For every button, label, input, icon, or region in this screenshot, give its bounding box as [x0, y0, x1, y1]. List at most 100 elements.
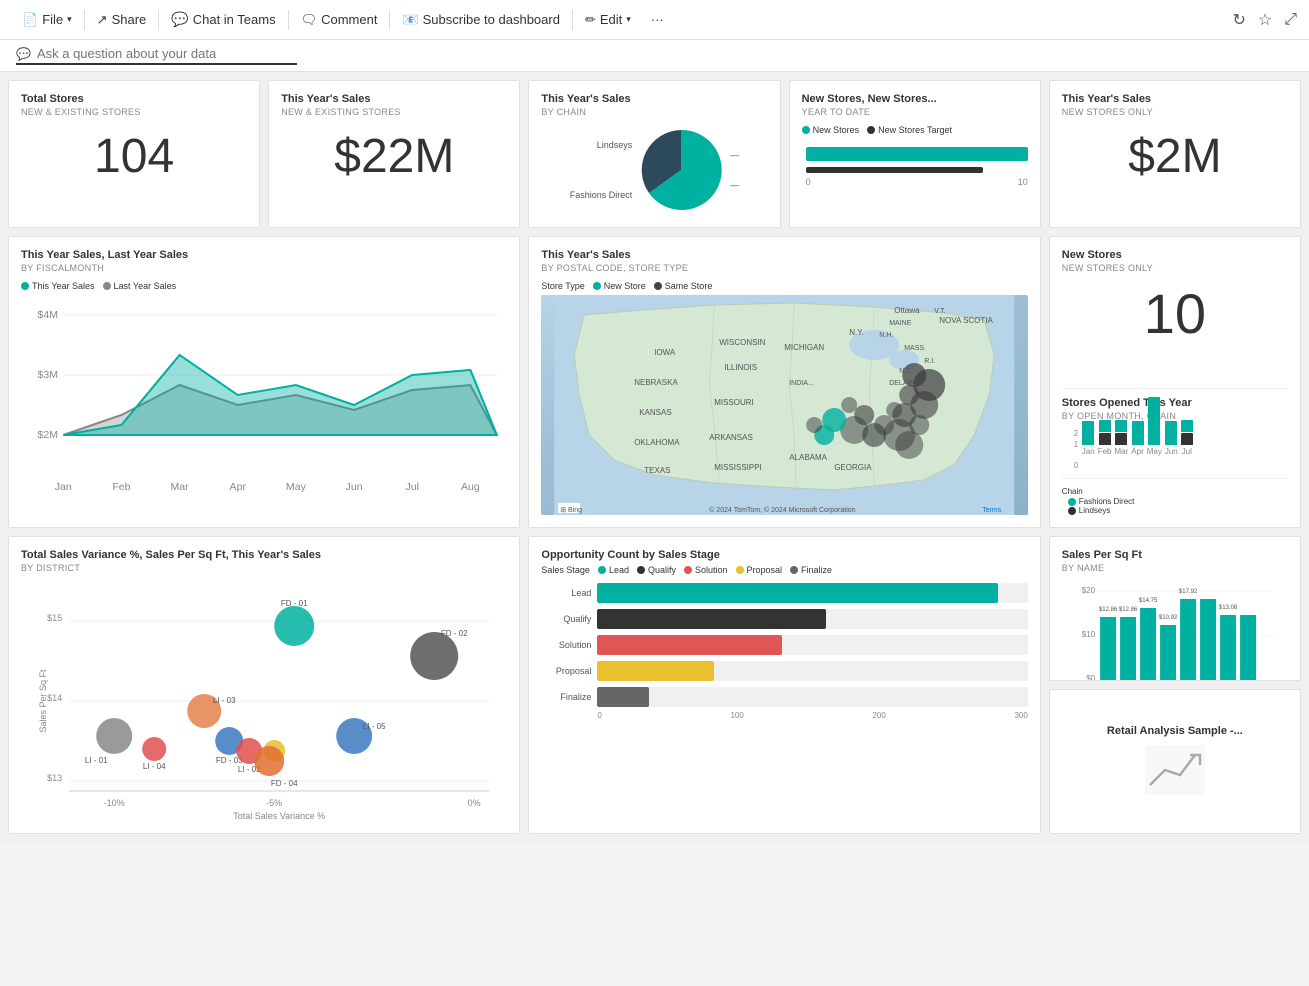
bar-lead: Lead: [541, 583, 1027, 603]
bar-jan-label: Jan: [1082, 447, 1095, 456]
bar-mar-fill2: [1115, 433, 1127, 445]
dot-qualify: [637, 566, 645, 574]
new-stores-ytd-card: New Stores, New Stores... YEAR TO DATE N…: [789, 80, 1041, 228]
pie-chart: Lindseys Fashions Direct — —: [541, 125, 767, 215]
bar-may-fill: [1148, 397, 1160, 445]
map-store-type-legend: Store Type New Store Same Store: [541, 281, 1027, 291]
pie-svg: [636, 125, 726, 215]
share-icon: ↗: [97, 12, 108, 28]
svg-text:R.I.: R.I.: [925, 358, 936, 365]
bar-finalize: Finalize: [541, 687, 1027, 707]
file-menu[interactable]: 📄 File ▾: [12, 0, 82, 39]
svg-text:$0: $0: [1086, 674, 1095, 681]
line-chart-title: This Year Sales, Last Year Sales: [21, 249, 507, 261]
svg-text:-10%: -10%: [104, 798, 125, 808]
chevron-down-icon: ▾: [67, 14, 72, 25]
svg-text:V.T.: V.T.: [935, 308, 946, 315]
new-stores-ytd-title: New Stores, New Stores...: [802, 93, 1028, 105]
svg-text:OKLAHOMA: OKLAHOMA: [635, 438, 681, 447]
bar-jul-label: Jul: [1182, 447, 1192, 456]
sqft-chart: $20 $10 $0 $12.86 $12.86 $14.75: [1062, 581, 1288, 681]
more-button[interactable]: ···: [641, 0, 674, 39]
new-stores-top: New Stores NEW STORES ONLY 10: [1062, 249, 1288, 389]
bar-mar: Mar: [1115, 420, 1129, 456]
svg-text:N.H.: N.H.: [880, 332, 894, 339]
mini-bar-group: Jan Feb: [1082, 396, 1288, 456]
dot-solution: [684, 566, 692, 574]
edit-button[interactable]: ✏ Edit ▾: [575, 0, 641, 39]
svg-text:LI - 03: LI - 03: [213, 696, 236, 705]
retail-analysis-card: Retail Analysis Sample -...: [1049, 689, 1301, 834]
bar-feb: Feb: [1098, 420, 1112, 456]
new-stores-title: New Stores: [1062, 249, 1288, 261]
svg-text:Terms: Terms: [983, 507, 1003, 514]
comment-button[interactable]: 🗨 Comment: [291, 0, 388, 39]
sales-sqft-card: Sales Per Sq Ft BY NAME $20 $10 $0 $12.8…: [1049, 536, 1301, 681]
comment-icon: 🗨: [301, 12, 318, 28]
ytd-x-labels: 0 10: [806, 177, 1028, 187]
svg-text:$10.92: $10.92: [1159, 615, 1178, 621]
subscribe-button[interactable]: 📧 Subscribe to dashboard: [392, 0, 570, 39]
total-stores-title: Total Stores: [21, 93, 247, 105]
svg-text:$12.86: $12.86: [1119, 607, 1138, 613]
chat-teams-button[interactable]: 💬 Chat in Teams: [161, 0, 285, 39]
bar-solution-fill: [597, 635, 782, 655]
bar-finalize-fill: [597, 687, 649, 707]
sales-by-chain-card: This Year's Sales BY CHAIN Lindseys Fash…: [528, 80, 780, 228]
bar-feb-fill1: [1099, 420, 1111, 432]
bar-apr-label: Apr: [1131, 447, 1143, 456]
bar-solution: Solution: [541, 635, 1027, 655]
svg-text:Feb: Feb: [112, 482, 130, 493]
svg-text:DELARE: DELARE: [890, 380, 918, 387]
share-button[interactable]: ↗ Share: [87, 0, 157, 39]
svg-text:$10: $10: [1082, 630, 1096, 639]
svg-text:$2M: $2M: [37, 430, 58, 441]
retail-analysis-title: Retail Analysis Sample -...: [1107, 725, 1243, 737]
map-title: This Year's Sales: [541, 249, 1027, 261]
svg-text:IOWA: IOWA: [655, 348, 677, 357]
pie-line-fashions: —: [730, 180, 739, 190]
pie-label-lindseys: Lindseys: [570, 140, 633, 150]
favorite-icon[interactable]: ☆: [1258, 10, 1272, 30]
new-stores-only-value: $2M: [1062, 133, 1288, 181]
svg-text:KANSAS: KANSAS: [640, 408, 672, 417]
fullscreen-icon[interactable]: ⤢: [1284, 11, 1297, 29]
map-subtitle: BY POSTAL CODE, STORE TYPE: [541, 263, 1027, 273]
svg-text:Aug: Aug: [461, 482, 480, 493]
svg-text:Total Sales Variance %: Total Sales Variance %: [233, 811, 325, 821]
svg-text:GEORGIA: GEORGIA: [835, 463, 873, 472]
svg-text:Jul: Jul: [405, 482, 419, 493]
separator: [572, 10, 573, 30]
bar-jul-fill1: [1181, 420, 1193, 432]
bar-jul: Jul: [1181, 420, 1193, 456]
svg-text:FD - 01: FD - 01: [281, 599, 308, 608]
svg-text:N.J.: N.J.: [900, 368, 913, 375]
svg-text:$4M: $4M: [37, 310, 58, 321]
legend-new-stores: New Stores: [802, 125, 860, 135]
bar-proposal-fill: [597, 661, 713, 681]
bar-jan-fill: [1082, 421, 1094, 445]
refresh-icon[interactable]: ↻: [1232, 10, 1245, 30]
y-axis-0: 0: [1074, 461, 1288, 470]
svg-text:FD - 02: FD - 02: [441, 629, 468, 638]
chevron-down-icon: ▾: [626, 14, 631, 25]
svg-text:$13: $13: [47, 773, 62, 783]
legend-dot-new-store: [593, 282, 601, 290]
legend-dot-this-year: [21, 282, 29, 290]
bar-feb-label: Feb: [1098, 447, 1112, 456]
dashboard: Total Stores NEW & EXISTING STORES 104 T…: [0, 72, 1309, 842]
scatter-area: Sales Per Sq Ft $15 $14 $13 -10% -5% 0% …: [21, 581, 507, 821]
svg-text:Mar: Mar: [171, 482, 190, 493]
svg-text:WISCONSIN: WISCONSIN: [720, 338, 766, 347]
map-visual[interactable]: IOWA NEBRASKA KANSAS OKLAHOMA TEXAS WISC…: [541, 295, 1027, 515]
svg-text:MICHIGAN: MICHIGAN: [785, 343, 825, 352]
legend-dot-target: [867, 126, 875, 134]
opportunity-x-labels: 0 100 200 300: [541, 711, 1027, 720]
svg-text:LI - 05: LI - 05: [363, 722, 386, 731]
svg-text:$14: $14: [47, 693, 62, 703]
svg-text:LI - 01: LI - 01: [85, 756, 108, 765]
qa-bar: 💬: [0, 40, 1309, 72]
qa-input[interactable]: [37, 46, 297, 61]
svg-text:MAINE: MAINE: [890, 320, 913, 327]
qa-input-container[interactable]: 💬: [16, 46, 297, 65]
